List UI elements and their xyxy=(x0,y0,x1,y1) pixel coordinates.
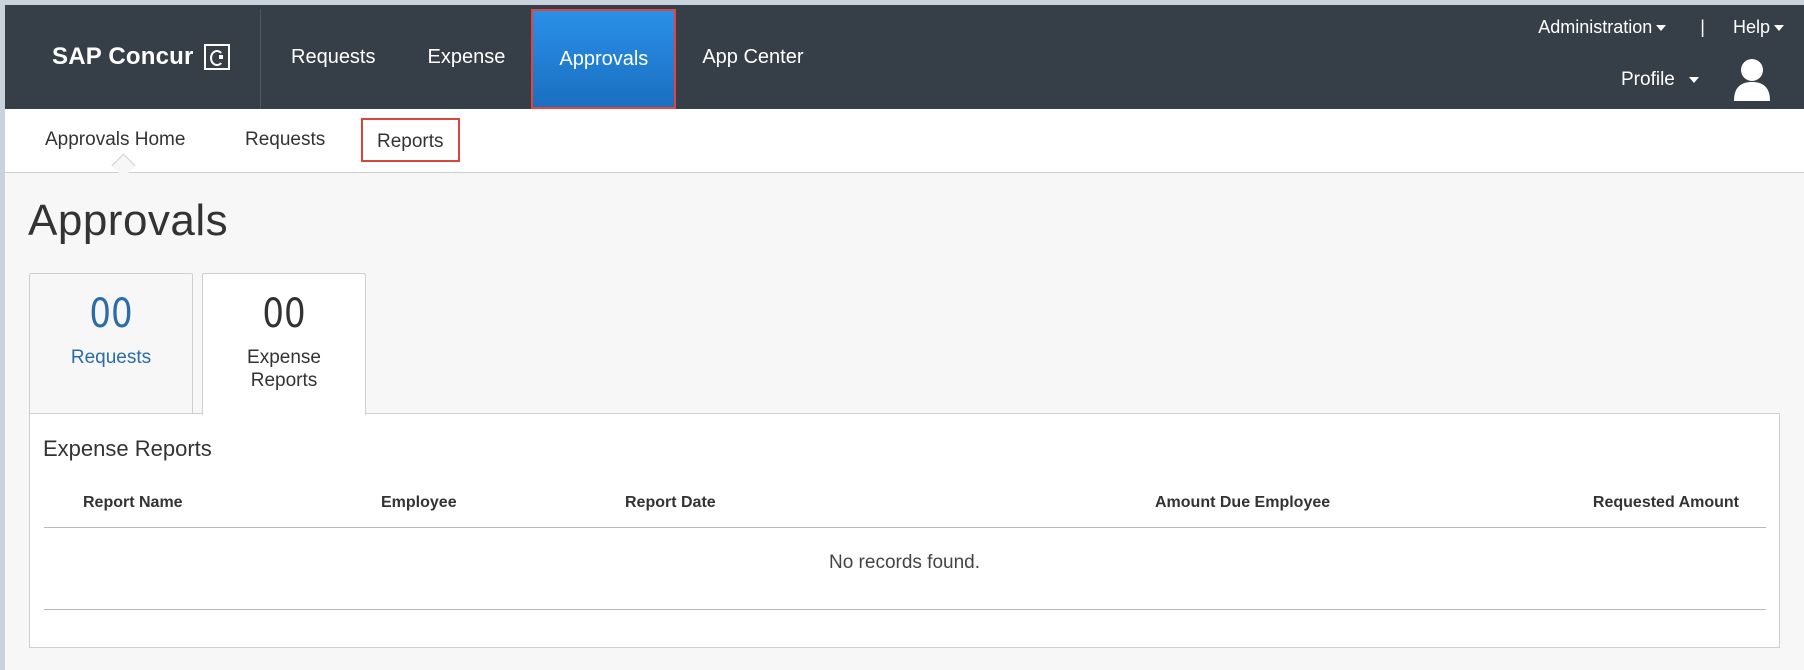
expense-reports-card-label: Expense Reports xyxy=(203,346,365,392)
column-report-name[interactable]: Report Name xyxy=(83,494,183,512)
header-divider xyxy=(260,9,261,109)
help-label: Help xyxy=(1732,17,1770,37)
page-title: Approvals xyxy=(28,196,229,245)
column-report-date[interactable]: Report Date xyxy=(625,494,716,512)
main-nav: Requests Expense Approvals App Center xyxy=(265,5,830,109)
nav-expense[interactable]: Expense xyxy=(402,5,532,109)
panel-title: Expense Reports xyxy=(43,436,212,461)
requests-card-label: Requests xyxy=(70,347,152,368)
concur-logo-icon xyxy=(203,44,230,70)
column-requested-amount[interactable]: Requested Amount xyxy=(1593,494,1739,512)
empty-state-message: No records found. xyxy=(828,552,981,573)
sap-concur-logo[interactable]: SAP Concur xyxy=(52,43,230,71)
subnav-reports[interactable]: Reports xyxy=(361,118,460,162)
administration-menu[interactable]: Administration xyxy=(1538,17,1667,38)
approvals-subnav: Approvals Home Requests Reports xyxy=(5,109,1804,178)
column-employee[interactable]: Employee xyxy=(381,494,457,512)
table-bottom-border xyxy=(44,609,1766,610)
expense-reports-panel: Expense Reports Report Name Employee Rep… xyxy=(29,413,1780,648)
nav-requests[interactable]: Requests xyxy=(265,5,402,109)
chevron-down-icon xyxy=(1688,77,1699,83)
expense-reports-label-line1: Expense xyxy=(247,347,321,368)
chevron-down-icon xyxy=(1656,25,1667,32)
chevron-down-icon xyxy=(1774,25,1784,32)
requests-count: 00 xyxy=(89,291,133,337)
nav-app-center[interactable]: App Center xyxy=(676,5,829,109)
user-avatar-icon[interactable] xyxy=(1732,57,1772,103)
utility-menu: Administration | Help xyxy=(1538,17,1784,38)
administration-label: Administration xyxy=(1538,17,1653,37)
brand-name: SAP Concur xyxy=(52,43,194,70)
column-amount-due-employee[interactable]: Amount Due Employee xyxy=(1155,494,1330,512)
expense-reports-count: 00 xyxy=(262,291,306,337)
table-header: Report Name Employee Report Date Amount … xyxy=(44,474,1766,528)
help-menu[interactable]: Help xyxy=(1733,17,1784,38)
requests-card[interactable]: 00 Requests xyxy=(29,273,193,413)
subnav-requests[interactable]: Requests xyxy=(245,109,325,171)
expense-reports-card[interactable]: 00 Expense Reports xyxy=(202,273,366,415)
utility-separator: | xyxy=(1700,17,1705,37)
profile-label: Profile xyxy=(1621,69,1675,90)
nav-approvals[interactable]: Approvals xyxy=(531,9,677,109)
top-header: SAP Concur Requests Expense Approvals Ap… xyxy=(5,5,1804,109)
profile-menu[interactable]: Profile xyxy=(1621,69,1699,91)
expense-reports-label-line2: Reports xyxy=(250,370,318,391)
